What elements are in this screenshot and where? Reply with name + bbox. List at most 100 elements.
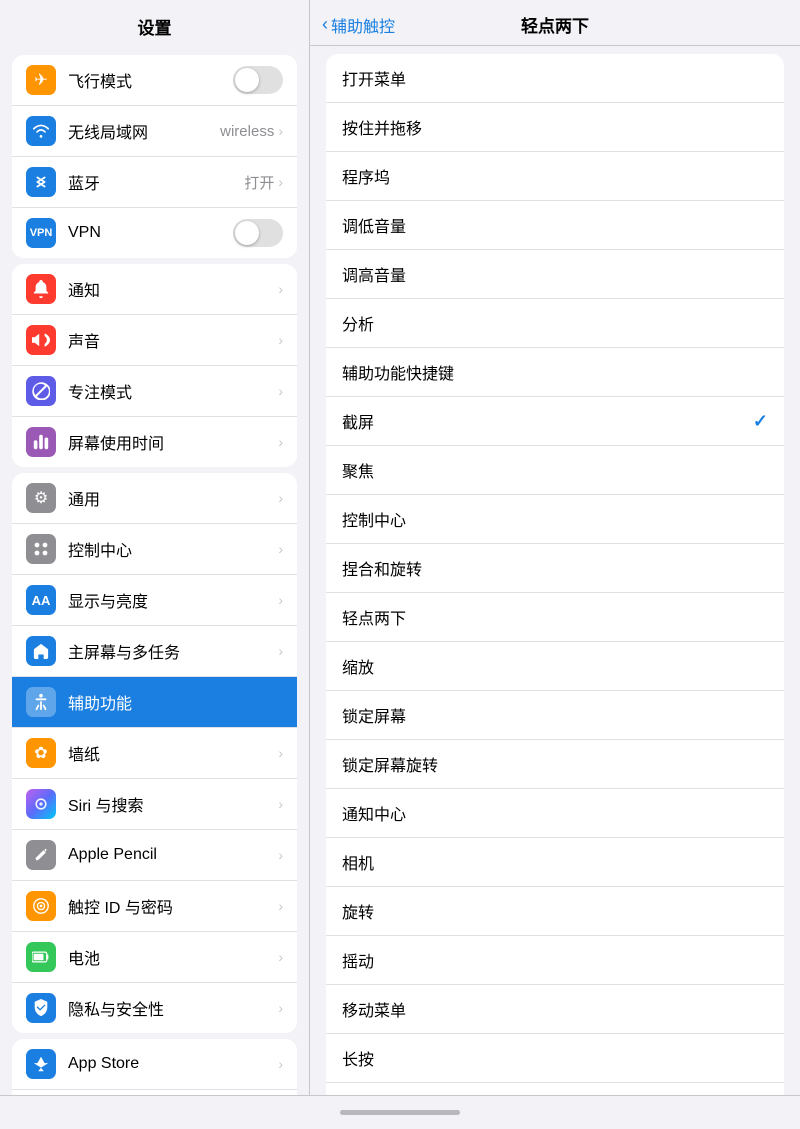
general-label: 通用 [68, 486, 278, 510]
battery-icon [26, 942, 56, 972]
back-button[interactable]: ‹ 辅助触控 [322, 13, 395, 37]
right-item-label-long-press: 长按 [342, 1046, 768, 1070]
wifi-value: wireless [220, 123, 274, 140]
right-item-lock-screen[interactable]: 锁定屏幕 [326, 691, 784, 740]
right-item-label-press-drag: 按住并拖移 [342, 115, 768, 139]
wallpaper-label: 墙纸 [68, 741, 278, 765]
sidebar-item-focus[interactable]: 专注模式 › [12, 366, 297, 417]
notify-label: 通知 [68, 277, 278, 301]
right-item-program[interactable]: 程序坞 [326, 152, 784, 201]
right-item-lower-vol[interactable]: 调低音量 [326, 201, 784, 250]
sidebar-item-control[interactable]: 控制中心 › [12, 524, 297, 575]
notify-icon [26, 274, 56, 304]
right-item-label-notification-center: 通知中心 [342, 801, 768, 825]
display-label: 显示与亮度 [68, 588, 278, 612]
sidebar-item-bluetooth[interactable]: 蓝牙 打开 › [12, 157, 297, 208]
right-item-label-analysis: 分析 [342, 311, 768, 335]
siri-label: Siri 与搜索 [68, 792, 278, 816]
right-item-raise-vol[interactable]: 调高音量 [326, 250, 784, 299]
battery-label: 电池 [68, 945, 278, 969]
home-label: 主屏幕与多任务 [68, 639, 278, 663]
right-item-open-menu[interactable]: 打开菜单 [326, 54, 784, 103]
sidebar-item-sound[interactable]: 声音 › [12, 315, 297, 366]
appstore-label: App Store [68, 1055, 278, 1073]
right-item-long-press[interactable]: 长按 [326, 1034, 784, 1083]
sidebar-item-general[interactable]: ⚙ 通用 › [12, 473, 297, 524]
right-item-label-raise-vol: 调高音量 [342, 262, 768, 286]
sidebar-section-main: ⚙ 通用 › 控制中心 › AA 显示与亮度 › [12, 473, 297, 1033]
sidebar-item-appstore[interactable]: App Store › [12, 1039, 297, 1090]
right-item-press-drag[interactable]: 按住并拖移 [326, 103, 784, 152]
sound-label: 声音 [68, 328, 278, 352]
right-item-label-lower-vol: 调低音量 [342, 213, 768, 237]
right-item-focus2[interactable]: 聚焦 [326, 446, 784, 495]
wifi-chevron: › [278, 123, 283, 139]
right-item-control-center[interactable]: 控制中心 [326, 495, 784, 544]
privacy-label: 隐私与安全性 [68, 996, 278, 1020]
right-item-label-pinch-rotate: 捏合和旋转 [342, 556, 768, 580]
sidebar-title: 设置 [0, 0, 309, 49]
right-item-label-program: 程序坞 [342, 164, 768, 188]
right-item-label-mobile-menu: 移动菜单 [342, 997, 768, 1021]
right-item-label-lock-screen: 锁定屏幕 [342, 703, 768, 727]
back-label: 辅助触控 [331, 13, 395, 37]
right-item-label-shake: 摇动 [342, 948, 768, 972]
right-item-label-camera: 相机 [342, 850, 768, 874]
sidebar-item-vpn[interactable]: VPN VPN [12, 208, 297, 258]
sidebar-item-privacy[interactable]: 隐私与安全性 › [12, 983, 297, 1033]
right-item-mobile-menu[interactable]: 移动菜单 [326, 985, 784, 1034]
sidebar-item-notify[interactable]: 通知 › [12, 264, 297, 315]
right-item-pinch-rotate[interactable]: 捏合和旋转 [326, 544, 784, 593]
sidebar-item-siri[interactable]: Siri 与搜索 › [12, 779, 297, 830]
home-chevron: › [278, 643, 283, 659]
sidebar-item-screentime[interactable]: 屏幕使用时间 › [12, 417, 297, 467]
sidebar-item-pencil[interactable]: Apple Pencil › [12, 830, 297, 881]
siri-chevron: › [278, 796, 283, 812]
sidebar-item-home[interactable]: 主屏幕与多任务 › [12, 626, 297, 677]
right-item-screenshot[interactable]: 截屏✓ [326, 397, 784, 446]
display-icon: AA [26, 585, 56, 615]
right-item-restart[interactable]: 重新启动 [326, 1083, 784, 1095]
screentime-label: 屏幕使用时间 [68, 430, 278, 454]
right-item-lock-rotation[interactable]: 锁定屏幕旋转 [326, 740, 784, 789]
focus-chevron: › [278, 383, 283, 399]
sound-chevron: › [278, 332, 283, 348]
right-item-rotate[interactable]: 旋转 [326, 887, 784, 936]
screentime-chevron: › [278, 434, 283, 450]
appstore-icon [26, 1049, 56, 1079]
bluetooth-label: 蓝牙 [68, 170, 244, 194]
right-item-zoom[interactable]: 缩放 [326, 642, 784, 691]
touchid-chevron: › [278, 898, 283, 914]
touchid-icon [26, 891, 56, 921]
home-indicator [340, 1110, 460, 1115]
sidebar-item-touchid[interactable]: 触控 ID 与密码 › [12, 881, 297, 932]
wallpaper-chevron: › [278, 745, 283, 761]
vpn-toggle[interactable] [233, 219, 283, 247]
focus-icon [26, 376, 56, 406]
control-icon [26, 534, 56, 564]
accessibility-icon [26, 687, 56, 717]
sidebar-item-wallpaper[interactable]: ✿ 墙纸 › [12, 728, 297, 779]
airplane-toggle[interactable] [233, 66, 283, 94]
right-item-double-tap[interactable]: 轻点两下 [326, 593, 784, 642]
right-item-label-focus2: 聚焦 [342, 458, 768, 482]
airplane-icon: ✈ [26, 65, 56, 95]
sidebar-item-wifi[interactable]: 无线局域网 wireless › [12, 106, 297, 157]
right-item-analysis[interactable]: 分析 [326, 299, 784, 348]
sidebar-item-airplane[interactable]: ✈ 飞行模式 [12, 55, 297, 106]
right-item-notification-center[interactable]: 通知中心 [326, 789, 784, 838]
right-items-section: 打开菜单按住并拖移程序坞调低音量调高音量分析辅助功能快捷键截屏✓ 聚焦控制中心捏合… [326, 54, 784, 1095]
screentime-icon [26, 427, 56, 457]
battery-chevron: › [278, 949, 283, 965]
right-content: 打开菜单按住并拖移程序坞调低音量调高音量分析辅助功能快捷键截屏✓ 聚焦控制中心捏合… [310, 46, 800, 1095]
wifi-label: 无线局域网 [68, 119, 220, 143]
sidebar-item-battery[interactable]: 电池 › [12, 932, 297, 983]
sidebar-item-display[interactable]: AA 显示与亮度 › [12, 575, 297, 626]
pencil-icon [26, 840, 56, 870]
right-item-camera[interactable]: 相机 [326, 838, 784, 887]
right-item-shake[interactable]: 摇动 [326, 936, 784, 985]
sidebar-item-accessibility[interactable]: 辅助功能 [12, 677, 297, 728]
sidebar-section-connectivity: ✈ 飞行模式 无线局域网 wireless › [12, 55, 297, 258]
siri-icon [26, 789, 56, 819]
right-item-accessibility-shortcut[interactable]: 辅助功能快捷键 [326, 348, 784, 397]
